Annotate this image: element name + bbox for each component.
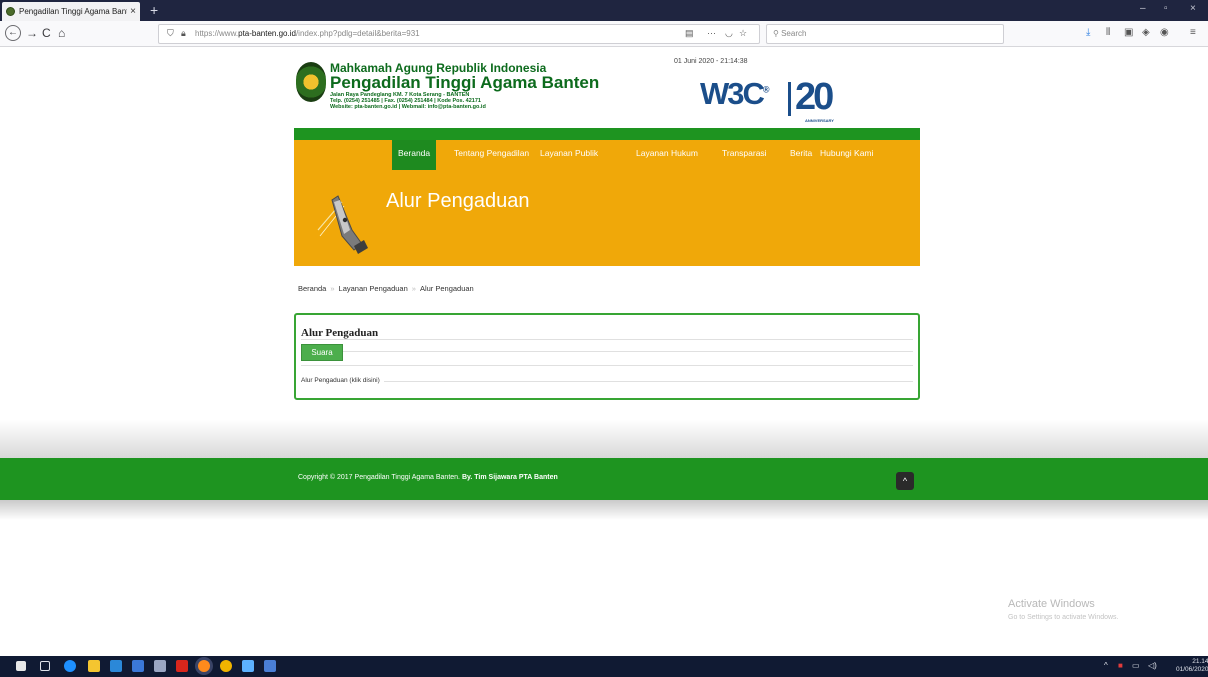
back-button[interactable]: ← xyxy=(5,25,21,41)
org-name-line2: Pengadilan Tinggi Agama Banten xyxy=(330,73,600,92)
app-icon[interactable] xyxy=(264,660,276,672)
menu-berita[interactable]: Berita xyxy=(790,148,812,158)
new-tab-button[interactable]: + xyxy=(150,2,158,18)
volume-icon[interactable]: ◁) xyxy=(1148,661,1157,670)
breadcrumb: Beranda» Layanan Pengaduan» Alur Pengaduan xyxy=(298,284,474,293)
browser-navbar: ← → C ⌂ ⛉ 🔒︎ https://www.pta-banten.go.i… xyxy=(0,21,1208,47)
pdf-reader-icon[interactable] xyxy=(176,660,188,672)
menu-hubungi-kami[interactable]: Hubungi Kami xyxy=(820,148,873,158)
site-favicon-icon xyxy=(6,7,15,16)
windows-start-icon[interactable] xyxy=(16,661,26,671)
breadcrumb-current: Alur Pengaduan xyxy=(419,284,474,293)
web-page: Mahkamah Agung Republik Indonesia Pengad… xyxy=(0,48,1208,656)
menu-icon[interactable]: ≡ xyxy=(1190,27,1196,38)
tray-chevron-icon[interactable]: ^ xyxy=(1104,661,1108,670)
page-banner: Alur Pengaduan xyxy=(294,170,920,266)
bookmark-star-icon[interactable]: ☆ xyxy=(739,28,747,39)
website-line: Website: pta-banten.go.id | Webmail: inf… xyxy=(330,104,486,110)
footer-credit: By. Tim Sijawara PTA Banten xyxy=(461,474,558,481)
sidebar-icon[interactable]: ▣ xyxy=(1124,27,1133,38)
breadcrumb-separator: » xyxy=(411,284,416,293)
file-explorer-icon[interactable] xyxy=(88,660,100,672)
pocket-icon[interactable]: ◡ xyxy=(725,28,733,39)
banner-title: Alur Pengaduan xyxy=(386,190,530,212)
divider xyxy=(301,381,913,382)
footer-shadow xyxy=(0,420,1208,460)
tray-app-icon[interactable]: ■ xyxy=(1118,661,1123,670)
close-tab-icon[interactable]: × xyxy=(130,6,136,17)
app-icon[interactable] xyxy=(154,660,166,672)
scroll-top-button[interactable]: ^ xyxy=(896,472,914,490)
page-actions-icon[interactable]: ··· xyxy=(707,28,716,38)
reload-button[interactable]: C xyxy=(42,26,51,40)
library-icon[interactable]: ⫴ xyxy=(1106,27,1110,38)
panel-title: Alur Pengaduan xyxy=(301,327,379,339)
header-green-strip xyxy=(294,128,920,140)
minimize-button[interactable]: – xyxy=(1140,3,1146,14)
mail-icon[interactable] xyxy=(110,660,122,672)
url-text[interactable]: https://www.pta-banten.go.id/index.php?p… xyxy=(195,29,420,38)
footer-shadow-bottom xyxy=(0,500,1208,520)
footer: Copyright © 2017 Pengadilan Tinggi Agama… xyxy=(0,458,1208,500)
clock-time: 21.14 xyxy=(1192,658,1208,665)
footer-copyright: Copyright © 2017 Pengadilan Tinggi Agama… xyxy=(298,474,558,481)
divider xyxy=(301,365,913,366)
task-view-icon[interactable] xyxy=(40,661,50,671)
content-panel: Alur Pengaduan Suara Alur Pengaduan (kli… xyxy=(294,313,920,400)
w3c-logo: W3C® xyxy=(700,76,770,111)
menu-layanan-publik[interactable]: Layanan Publik xyxy=(540,148,598,158)
extension-icon[interactable]: ◈ xyxy=(1142,27,1150,38)
app-icon[interactable] xyxy=(242,660,254,672)
divider xyxy=(301,339,913,340)
w3c-divider xyxy=(788,82,791,116)
clock-date: 01/06/2020 xyxy=(1176,666,1208,673)
complaint-flow-link[interactable]: Alur Pengaduan (klik disini) xyxy=(301,377,384,384)
home-icon[interactable]: ⌂ xyxy=(58,26,65,40)
downloads-icon[interactable]: ⤓ xyxy=(1086,27,1090,38)
windows-taskbar: ^ ■ ▭ ◁) 21.14 01/06/2020 xyxy=(0,656,1208,677)
firefox-icon[interactable] xyxy=(198,660,210,672)
activate-windows-title: Activate Windows xyxy=(1008,598,1095,610)
tab-title: Pengadilan Tinggi Agama Bant xyxy=(19,7,128,16)
org-address: Jalan Raya Pandeglang KM. 7 Kota Serang … xyxy=(330,92,486,110)
search-icon: ⚲ xyxy=(773,29,782,38)
taskbar-clock[interactable]: 21.14 01/06/2020 xyxy=(1176,658,1208,674)
search-placeholder: Search xyxy=(781,29,807,38)
menu-tentang-pengadilan[interactable]: Tentang Pengadilan xyxy=(454,148,529,158)
address-bar[interactable]: ⛉ 🔒︎ https://www.pta-banten.go.id/index.… xyxy=(158,24,760,44)
edge-icon[interactable] xyxy=(64,660,76,672)
court-logo[interactable] xyxy=(296,62,326,102)
chrome-icon[interactable] xyxy=(220,660,232,672)
store-icon[interactable] xyxy=(132,660,144,672)
breadcrumb-layanan-pengaduan[interactable]: Layanan Pengaduan xyxy=(339,284,408,293)
fountain-pen-icon xyxy=(317,195,368,254)
main-menu: Beranda Tentang Pengadilan Layanan Publi… xyxy=(294,140,920,170)
menu-layanan-hukum[interactable]: Layanan Hukum xyxy=(636,148,698,158)
maximize-button[interactable]: ▫ xyxy=(1164,3,1168,14)
w3c-anniversary: ANNIVERSARY xyxy=(805,118,834,123)
search-input[interactable]: ⚲ Search xyxy=(766,24,1004,44)
divider xyxy=(301,351,913,352)
breadcrumb-home[interactable]: Beranda xyxy=(298,284,326,293)
breadcrumb-separator: » xyxy=(330,284,335,293)
activate-windows-hint: Go to Settings to activate Windows. xyxy=(1008,614,1119,621)
reader-view-icon[interactable]: ▤ xyxy=(685,28,694,39)
forward-button[interactable]: → xyxy=(26,26,38,40)
tracking-shield-icon[interactable]: ⛉ xyxy=(167,28,174,39)
current-datetime: 01 Juni 2020 - 21:14:38 xyxy=(674,58,748,65)
network-icon[interactable]: ▭ xyxy=(1132,661,1140,670)
w3c-20-logo: 20 xyxy=(795,76,834,118)
menu-transparasi[interactable]: Transparasi xyxy=(722,148,767,158)
close-window-button[interactable]: × xyxy=(1190,3,1196,14)
account-icon[interactable]: ◉ xyxy=(1160,27,1169,38)
lock-icon[interactable]: 🔒︎ xyxy=(181,28,186,39)
browser-titlebar: Pengadilan Tinggi Agama Bant × + – ▫ × xyxy=(0,0,1208,21)
browser-tab[interactable]: Pengadilan Tinggi Agama Bant × xyxy=(2,2,140,21)
menu-beranda[interactable]: Beranda xyxy=(392,140,437,170)
suara-button[interactable]: Suara xyxy=(301,344,343,361)
